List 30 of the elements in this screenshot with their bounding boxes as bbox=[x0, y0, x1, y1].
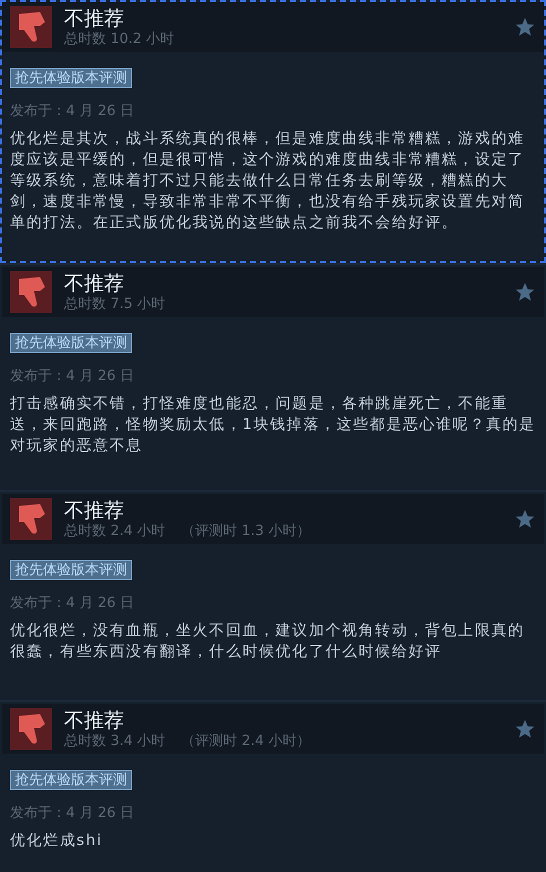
early-access-tag: 抢先体验版本评测 bbox=[10, 333, 132, 353]
verdict-title: 不推荐 bbox=[64, 498, 125, 522]
star-icon[interactable] bbox=[514, 16, 536, 38]
star-icon[interactable] bbox=[514, 718, 536, 740]
thumbs-down-icon bbox=[10, 6, 52, 48]
playtime-text: 总时数 3.4 小时 bbox=[64, 732, 166, 750]
playtime-text: 总时数 10.2 小时 bbox=[64, 30, 174, 48]
playtime-text: 总时数 2.4 小时 bbox=[64, 522, 166, 540]
thumbs-down-icon bbox=[10, 498, 52, 540]
verdict-title: 不推荐 bbox=[64, 708, 125, 732]
review-text: 优化烂成shi bbox=[10, 830, 103, 851]
review-text: 优化很烂，没有血瓶，坐火不回血，建议加个视角转动，背包上限真的很蠢，有些东西没有翻译，什么时候优化了什么时候给好评 bbox=[10, 620, 526, 662]
post-date: 发布于：4 月 26 日 bbox=[10, 367, 134, 385]
review-text: 打击感确实不错，打怪难度也能忍，问题是，各种跳崖死亡，不能重送，来回跑路，怪物奖励太低，1块钱掉落，这些都是恶心谁呢？真的是对玩家的恶意不息 bbox=[10, 393, 536, 456]
review-playtime-text: （评测时 1.3 小时） bbox=[181, 522, 310, 540]
early-access-tag: 抢先体验版本评测 bbox=[10, 68, 132, 88]
thumbs-down-icon bbox=[10, 708, 52, 750]
verdict-title: 不推荐 bbox=[64, 271, 125, 295]
early-access-tag: 抢先体验版本评测 bbox=[10, 560, 132, 580]
review-text: 优化烂是其次，战斗系统真的很棒，但是难度曲线非常糟糕，游戏的难度应该是平缓的，但是很可惜，这个游戏的难度曲线非常糟糕，设定了等级系统，意味着打不过只能去做什么日常任务去刷等级，糟糕的大剑，速度非常慢，导致非常非常不平衡，也没有给手残玩家设置先对简单的打法。在正式版优化我说的这些缺点之前我不会给好评。 bbox=[10, 128, 526, 233]
early-access-tag: 抢先体验版本评测 bbox=[10, 770, 132, 790]
post-date: 发布于：4 月 26 日 bbox=[10, 594, 134, 612]
thumbs-down-icon bbox=[10, 271, 52, 313]
playtime-text: 总时数 7.5 小时 bbox=[64, 295, 166, 313]
post-date: 发布于：4 月 26 日 bbox=[10, 102, 134, 120]
review-playtime-text: （评测时 2.4 小时） bbox=[181, 732, 310, 750]
star-icon[interactable] bbox=[514, 508, 536, 530]
verdict-title: 不推荐 bbox=[64, 6, 125, 30]
post-date: 发布于：4 月 26 日 bbox=[10, 804, 134, 822]
star-icon[interactable] bbox=[514, 281, 536, 303]
